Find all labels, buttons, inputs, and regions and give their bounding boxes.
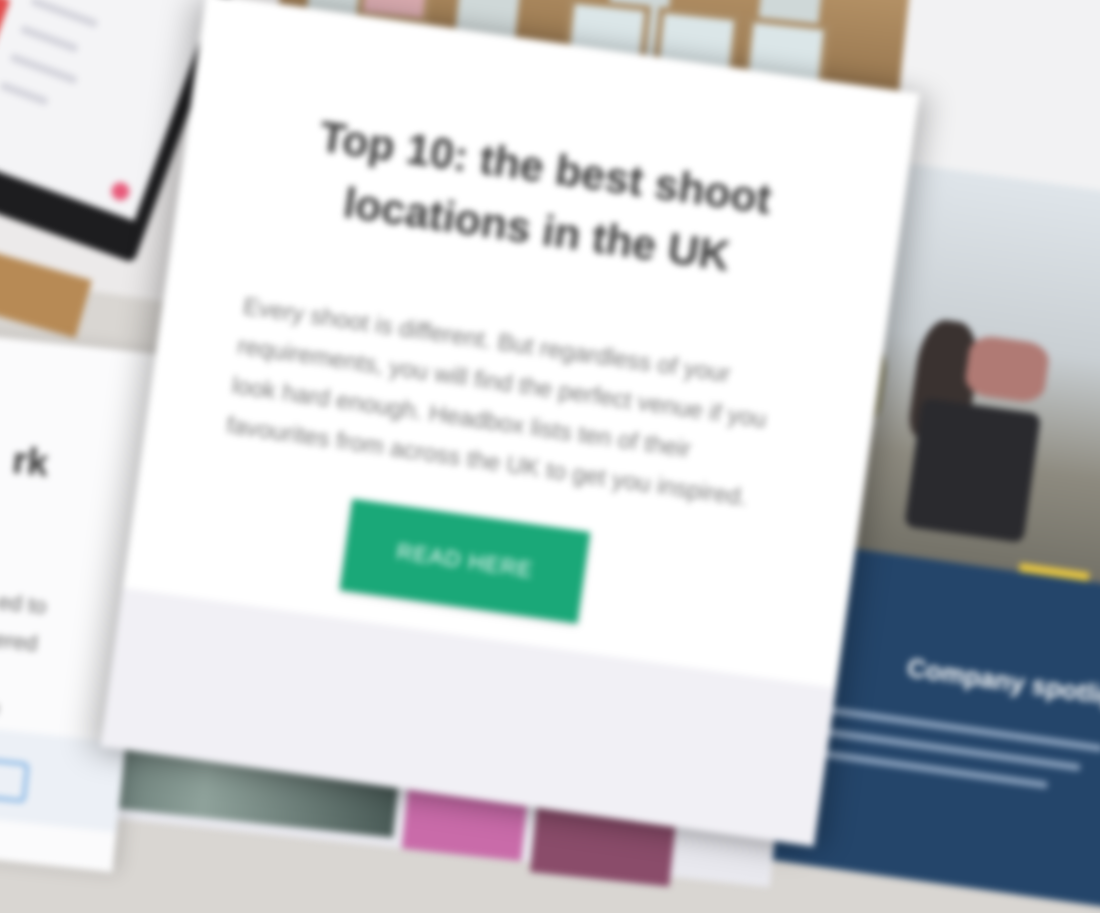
screen-line [0, 81, 49, 106]
read-here-button[interactable]: READ HERE [340, 499, 590, 624]
left-text-fragment: ered [0, 627, 39, 657]
screen-line [9, 53, 78, 84]
desk-shape [0, 245, 92, 339]
screen-dot [109, 180, 132, 203]
screen-line [20, 25, 79, 53]
spotlight-title: Company spotlig [905, 652, 1100, 712]
email-collage: Company spotlig rk ed to ered o Top 10: … [0, 0, 1100, 814]
screen-line [30, 0, 99, 28]
left-heading-fragment: rk [10, 440, 50, 487]
screen-thumbnail [0, 0, 11, 56]
text-line [802, 725, 1080, 771]
pen-icon [0, 758, 29, 803]
left-text-fragment: ed to [0, 589, 48, 620]
text-line [806, 703, 1100, 752]
shirt-shape [963, 334, 1051, 405]
article-description: Every shoot is different. But regardless… [224, 287, 801, 523]
chair-shape [904, 398, 1041, 543]
article-card: Top 10: the best shoot locations in the … [101, 0, 920, 846]
article-title: Top 10: the best shoot locations in the … [265, 100, 817, 298]
text-line [799, 747, 1048, 789]
